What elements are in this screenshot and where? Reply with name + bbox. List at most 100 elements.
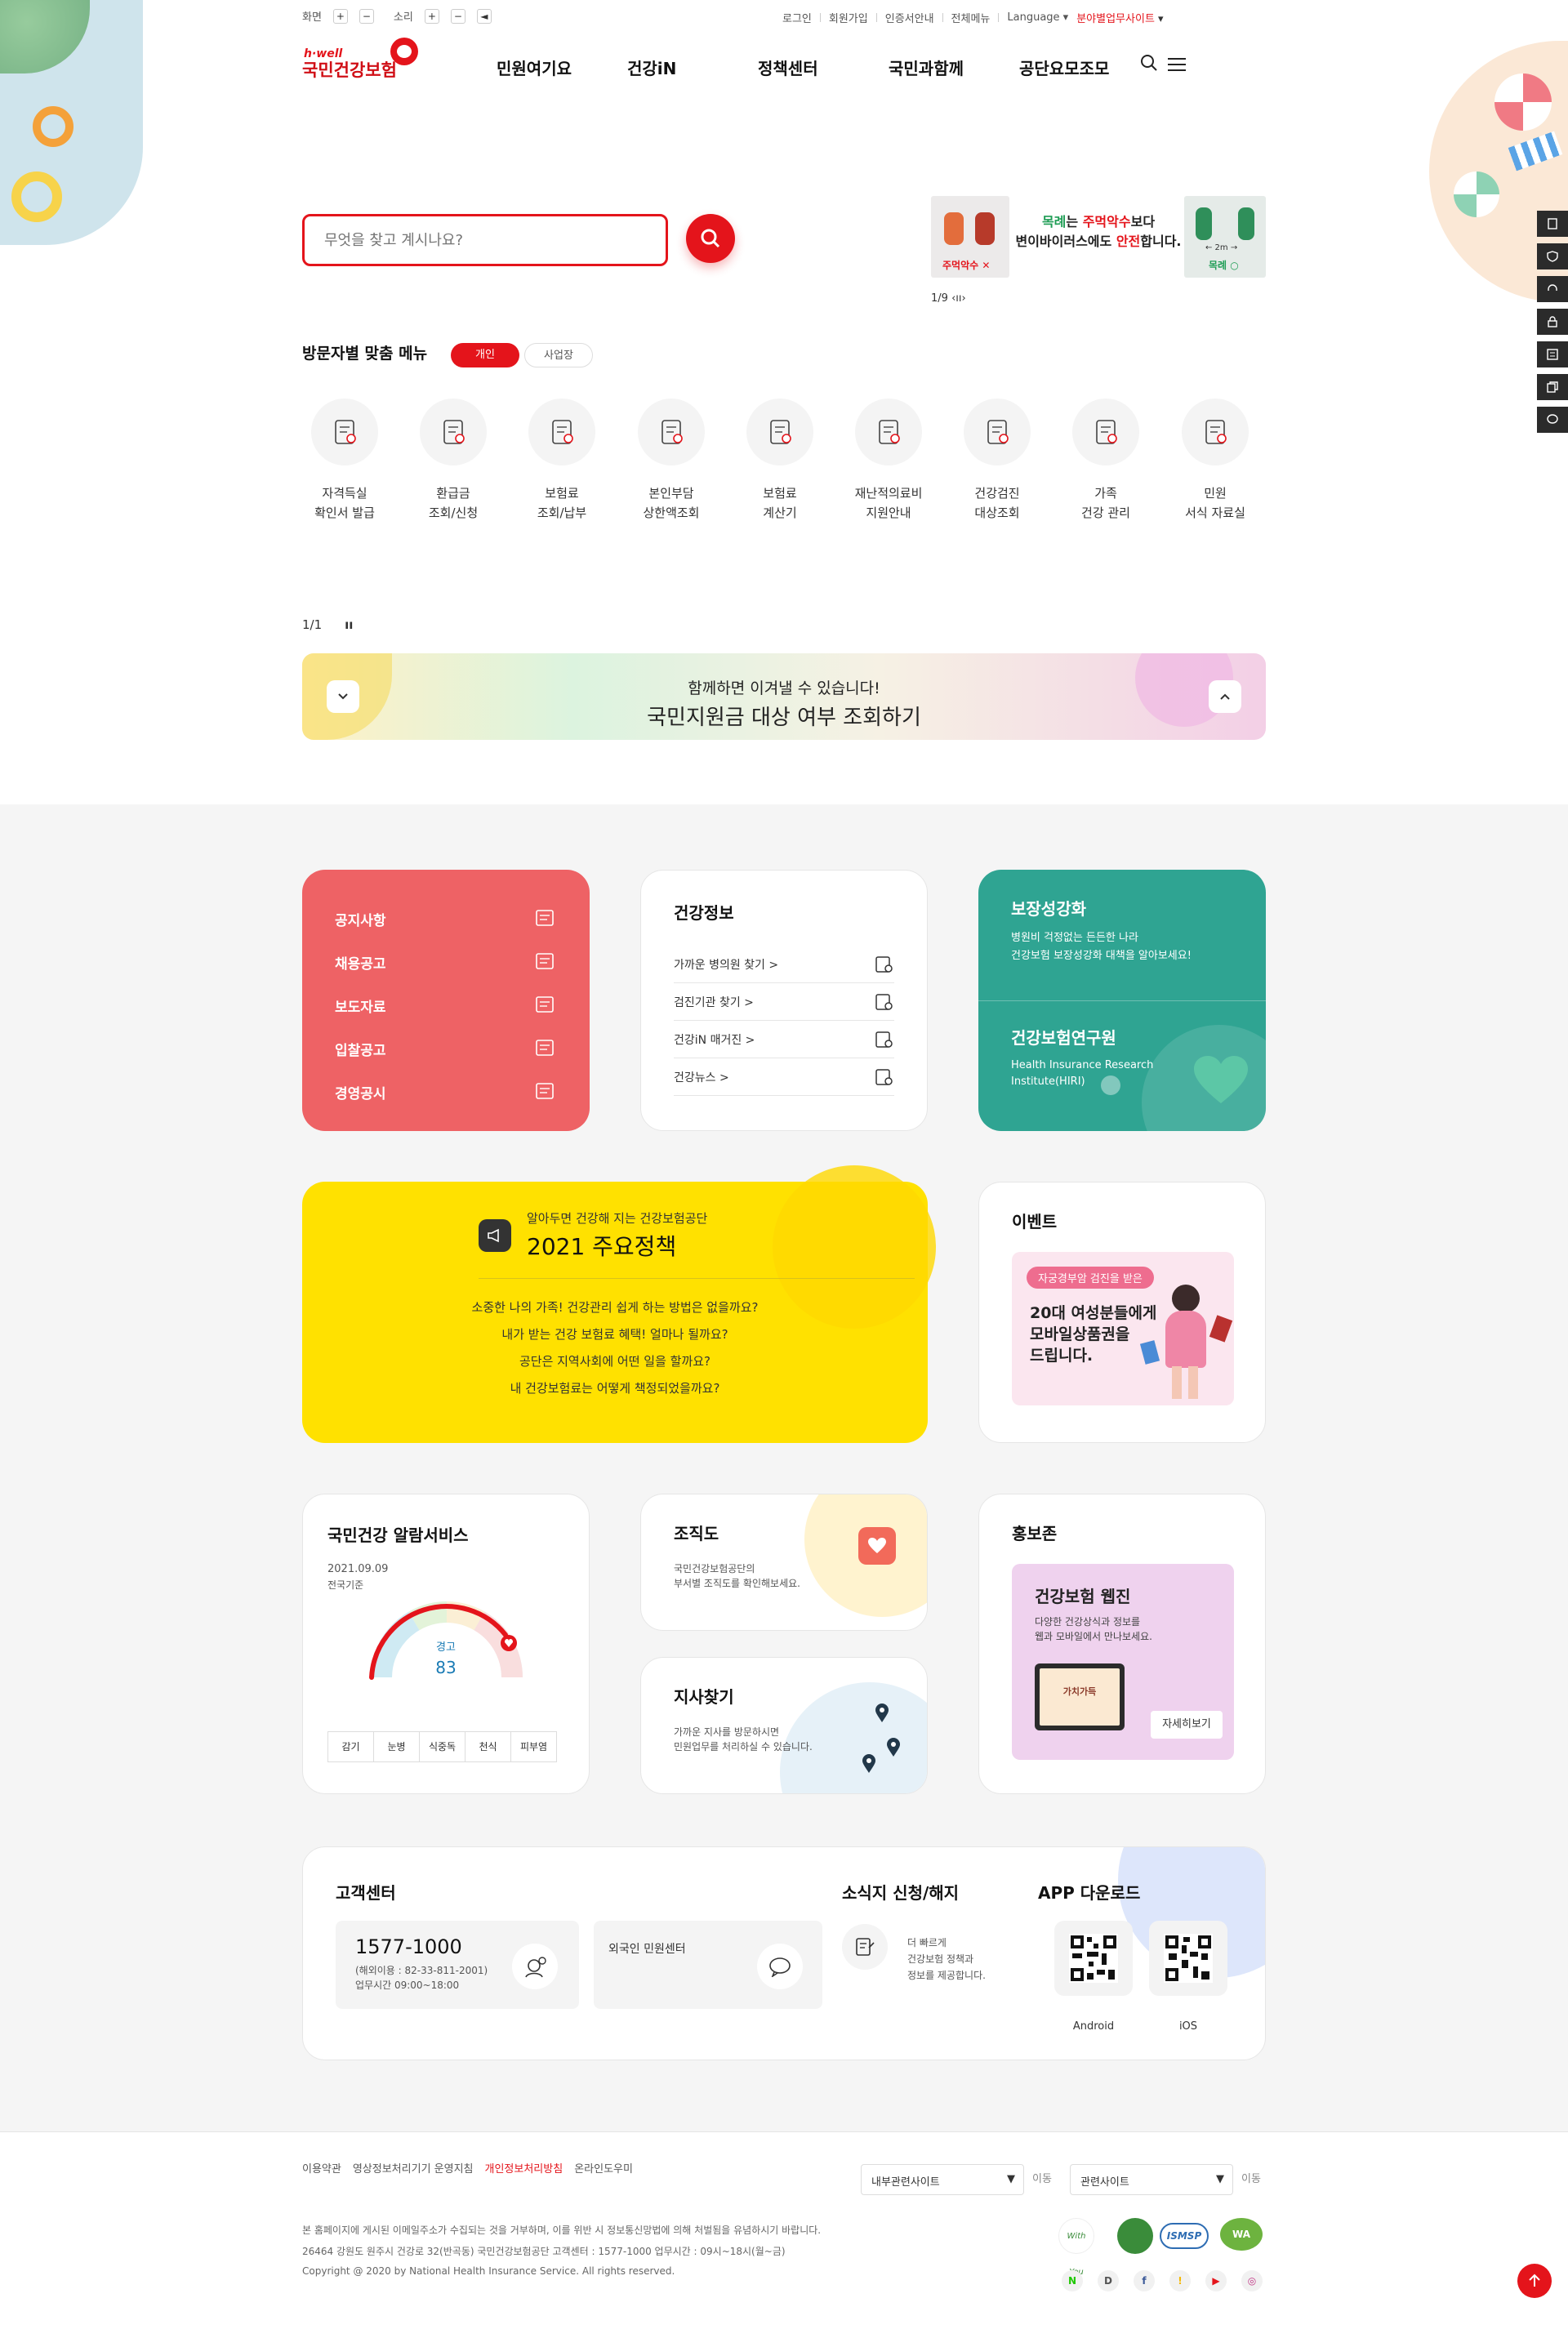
notice-menu-item[interactable]: 공지사항 (335, 897, 557, 940)
foreign-center-box[interactable]: 외국인 민원센터 (594, 1921, 822, 2009)
visitor-menu-label: 민원 (1204, 486, 1227, 501)
login-link[interactable]: 로그인 (782, 10, 812, 25)
quick-menu-chat-icon[interactable] (1537, 407, 1568, 433)
strip-pause-icon[interactable]: ıı (345, 617, 353, 632)
notice-menu-item[interactable]: 경영공시 (335, 1071, 557, 1113)
health-info-icon (875, 993, 893, 1010)
online-help-link[interactable]: 온라인도우미 (574, 2160, 633, 2176)
footer-address: 26464 강원도 원주시 건강로 32(반곡동) 국민건강보험공단 고객센터 … (302, 2246, 786, 2257)
all-menu-link[interactable]: 전체메뉴 (951, 10, 991, 25)
quick-menu-shield-icon[interactable] (1537, 243, 1568, 269)
footer-links: 이용약관 영상정보처리기기 운영지침 개인정보처리방침 온라인도우미 (302, 2160, 633, 2176)
quick-menu-copy-icon[interactable] (1537, 374, 1568, 400)
policy-card[interactable]: 알아두면 건강해 지는 건강보험공단 2021 주요정책 소중한 나의 가족! … (302, 1165, 936, 1443)
ad-next-icon[interactable]: › (962, 292, 966, 305)
visitor-menu-item[interactable]: 건강검진 대상조회 (956, 399, 1038, 523)
tab-personal[interactable]: 개인 (451, 343, 519, 367)
header-search-icon[interactable] (1140, 54, 1158, 72)
newsletter-icon[interactable] (842, 1924, 888, 1970)
nav-about-nhis[interactable]: 공단요모조모 (1019, 56, 1142, 79)
ios-qr-button[interactable] (1149, 1921, 1227, 1996)
nav-with-citizens[interactable]: 국민과함께 (889, 56, 1019, 79)
org-chart-card[interactable]: 조직도 국민건강보험공단의 부서별 조직도를 확인해보세요. (640, 1494, 928, 1631)
map-pin-icon (862, 1754, 875, 1773)
zoom-in-button[interactable]: + (332, 8, 348, 24)
related-sites-go-button[interactable]: 이동 (1241, 2164, 1261, 2195)
zoom-out-button[interactable]: − (359, 8, 374, 24)
strip-next-button[interactable] (1209, 680, 1241, 713)
privacy-policy-link[interactable]: 개인정보처리방침 (485, 2160, 564, 2176)
cctv-policy-link[interactable]: 영상정보처리기기 운영지침 (353, 2160, 474, 2176)
quick-menu-headset-icon[interactable] (1537, 276, 1568, 302)
health-info-link[interactable]: 건강뉴스 > (674, 1058, 894, 1096)
visitor-menu-item[interactable]: 환급금 조회/신청 (412, 399, 494, 523)
visitor-menu-item[interactable]: 민원 서식 자료실 (1174, 399, 1256, 523)
instagram-icon[interactable]: ◎ (1241, 2270, 1263, 2291)
hiri-title[interactable]: 건강보험연구원 (1011, 1025, 1116, 1049)
nav-health-in[interactable]: 건강iN (627, 56, 758, 79)
hamburger-menu-icon[interactable] (1168, 57, 1186, 72)
tab-cold[interactable]: 감기 (327, 1731, 374, 1762)
event-banner[interactable]: 자궁경부암 검진을 받은 20대 여성분들에게 모바일상품권을 드립니다. (1012, 1252, 1234, 1405)
facebook-icon[interactable]: f (1134, 2270, 1155, 2291)
calculator-icon (746, 399, 813, 465)
forms-search-icon (1182, 399, 1249, 465)
naver-blog-icon[interactable]: N (1062, 2270, 1083, 2291)
terms-link[interactable]: 이용약관 (302, 2160, 341, 2176)
quick-menu-document-icon[interactable] (1537, 211, 1568, 237)
scroll-top-button[interactable] (1517, 2264, 1552, 2298)
daum-icon[interactable]: D (1098, 2270, 1119, 2291)
health-info-link[interactable]: 검진기관 찾기 > (674, 983, 894, 1021)
speaker-icon[interactable]: ◄ (476, 8, 492, 24)
health-info-link[interactable]: 건강iN 매거진 > (674, 1021, 894, 1058)
tab-food-poisoning[interactable]: 식중독 (419, 1731, 466, 1762)
volume-up-button[interactable]: + (424, 8, 439, 24)
nav-policy-center[interactable]: 정책센터 (758, 56, 889, 79)
internal-sites-go-button[interactable]: 이동 (1032, 2164, 1052, 2195)
visitor-menu-item[interactable]: 보험료 계산기 (739, 399, 821, 523)
language-select[interactable]: Language ▾ (1007, 11, 1068, 24)
main-search-input[interactable] (302, 214, 668, 266)
internal-sites-select[interactable]: 내부관련사이트 ▼ (861, 2164, 1024, 2195)
visitor-menu-item[interactable]: 가족 건강 관리 (1065, 399, 1147, 523)
visitor-menu-item[interactable]: 재난적의료비 지원안내 (848, 399, 929, 523)
search-submit-button[interactable] (686, 214, 735, 263)
signup-link[interactable]: 회원가입 (829, 10, 868, 25)
tab-dermatitis[interactable]: 피부염 (510, 1731, 557, 1762)
tab-business[interactable]: 사업장 (524, 343, 593, 367)
related-sites-select[interactable]: 관련사이트 ▼ (1070, 2164, 1233, 2195)
webzine-banner[interactable]: 건강보험 웹진 다양한 건강상식과 정보를 웹과 모바일에서 만나보세요. 가치… (1012, 1564, 1234, 1760)
coverage-title[interactable]: 보장성강화 (1011, 896, 1086, 920)
notice-menu-item[interactable]: 채용공고 (335, 941, 557, 983)
youtube-icon[interactable]: ▶ (1205, 2270, 1227, 2291)
tab-asthma[interactable]: 천식 (465, 1731, 511, 1762)
certificate-guide-link[interactable]: 인증서안내 (885, 10, 934, 25)
tab-eye-disease[interactable]: 눈병 (373, 1731, 420, 1762)
visitor-menu-item[interactable]: 본인부담 상한액조회 (630, 399, 712, 523)
notice-menu-item[interactable]: 입찰공고 (335, 1027, 557, 1070)
notice-menu-item[interactable]: 보도자료 (335, 984, 557, 1027)
event-card: 이벤트 자궁경부암 검진을 받은 20대 여성분들에게 모바일상품권을 드립니다… (978, 1182, 1266, 1443)
site-logo[interactable]: 국민건강보험 (302, 57, 397, 82)
quick-menu-list-icon[interactable] (1537, 341, 1568, 367)
ad-pause-icon[interactable]: ıı (956, 292, 961, 305)
support-fund-banner[interactable]: 함께하면 이겨낼 수 있습니다! 국민지원금 대상 여부 조회하기 (302, 653, 1266, 740)
promo-more-button[interactable]: 자세히보기 (1151, 1711, 1223, 1739)
kakao-story-icon[interactable]: ! (1169, 2270, 1191, 2291)
footer-email-notice: 본 홈페이지에 게시된 이메일주소가 수집되는 것을 거부하며, 이를 위반 시… (302, 2225, 822, 2236)
business-sites-select[interactable]: 분야별업무사이트 ▾ (1076, 10, 1163, 25)
volume-down-button[interactable]: − (450, 8, 466, 24)
nav-civil-service[interactable]: 민원여기요 (497, 56, 627, 79)
android-qr-button[interactable] (1054, 1921, 1133, 1996)
visitor-menu-label: 재난적의료비 (854, 486, 923, 501)
quick-menu-lock-icon[interactable] (1537, 309, 1568, 335)
web-accessibility-badge: WA (1220, 2218, 1263, 2251)
screen-zoom-label: 화면 (302, 11, 322, 24)
visitor-menu-item[interactable]: 보험료 조회/납부 (521, 399, 603, 523)
visitor-menu-item[interactable]: 자격득실 확인서 발급 (304, 399, 385, 523)
branch-finder-card[interactable]: 지사찾기 가까운 지사를 방문하시면 민원업무를 처리하실 수 있습니다. (640, 1657, 928, 1794)
app-download-title: APP 다운로드 (1038, 1883, 1141, 1903)
call-center-box[interactable]: 1577-1000 (해외이용 : 82-33-811-2001) 업무시간 0… (336, 1921, 579, 2009)
health-info-link[interactable]: 가까운 병의원 찾기 > (674, 946, 894, 983)
etiquette-banner[interactable]: 주먹악수 ✕ 목례는 주먹악수보다 변이바이러스에도 안전합니다. ← 2m →… (931, 196, 1266, 278)
